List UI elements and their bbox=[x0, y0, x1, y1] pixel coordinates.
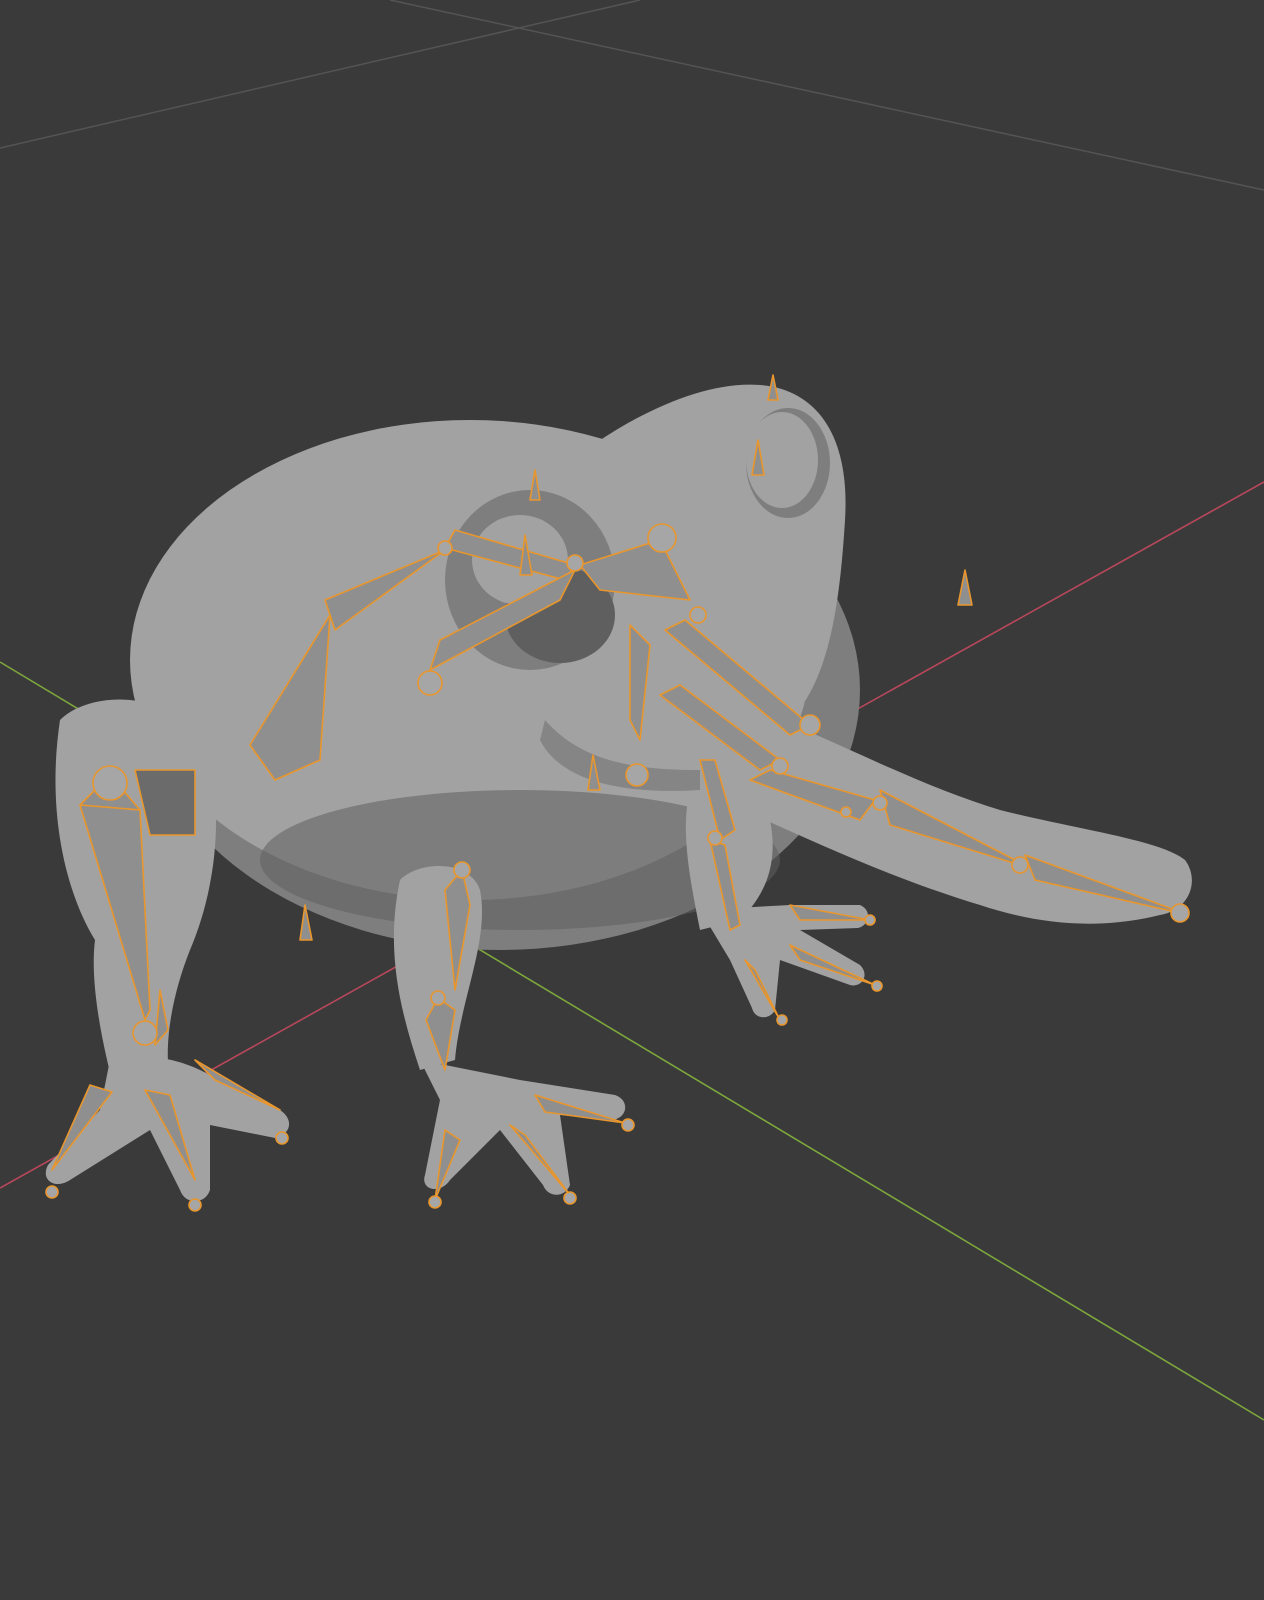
joint-hip-left[interactable] bbox=[92, 765, 128, 801]
joint-tongue-tip[interactable] bbox=[1170, 903, 1190, 923]
joint-jaw[interactable] bbox=[417, 670, 443, 696]
joint-toe-mid-1[interactable] bbox=[428, 1195, 442, 1209]
joint-toe-left-1[interactable] bbox=[45, 1185, 59, 1199]
joint-mouth[interactable] bbox=[689, 606, 707, 624]
joint-knee-right[interactable] bbox=[707, 830, 723, 846]
joint-toe-mid-2[interactable] bbox=[563, 1191, 577, 1205]
joint-neck[interactable] bbox=[566, 554, 584, 572]
joint-toe-left-2[interactable] bbox=[188, 1198, 202, 1212]
joint-ankle-mid[interactable] bbox=[430, 990, 446, 1006]
joint-toe-right-2[interactable] bbox=[871, 980, 883, 992]
joint-toe-mid-3[interactable] bbox=[621, 1118, 635, 1132]
joint-toe-right-1[interactable] bbox=[864, 914, 876, 926]
joint-toe-right-3[interactable] bbox=[776, 1014, 788, 1026]
joint-tongue-3[interactable] bbox=[872, 795, 888, 811]
joint-spine[interactable] bbox=[437, 540, 453, 556]
3d-viewport[interactable] bbox=[0, 0, 1264, 1600]
joint-chin[interactable] bbox=[625, 763, 649, 787]
joint-tongue-1[interactable] bbox=[799, 714, 821, 736]
joint-tongue-4[interactable] bbox=[1011, 856, 1029, 874]
joint-knee-mid[interactable] bbox=[453, 861, 471, 879]
joint-head[interactable] bbox=[647, 523, 677, 553]
joint-ankle-left[interactable] bbox=[132, 1020, 158, 1046]
joint-toe-left-3[interactable] bbox=[275, 1131, 289, 1145]
joint-tongue-2[interactable] bbox=[771, 757, 789, 775]
joint-throat[interactable] bbox=[840, 806, 852, 818]
